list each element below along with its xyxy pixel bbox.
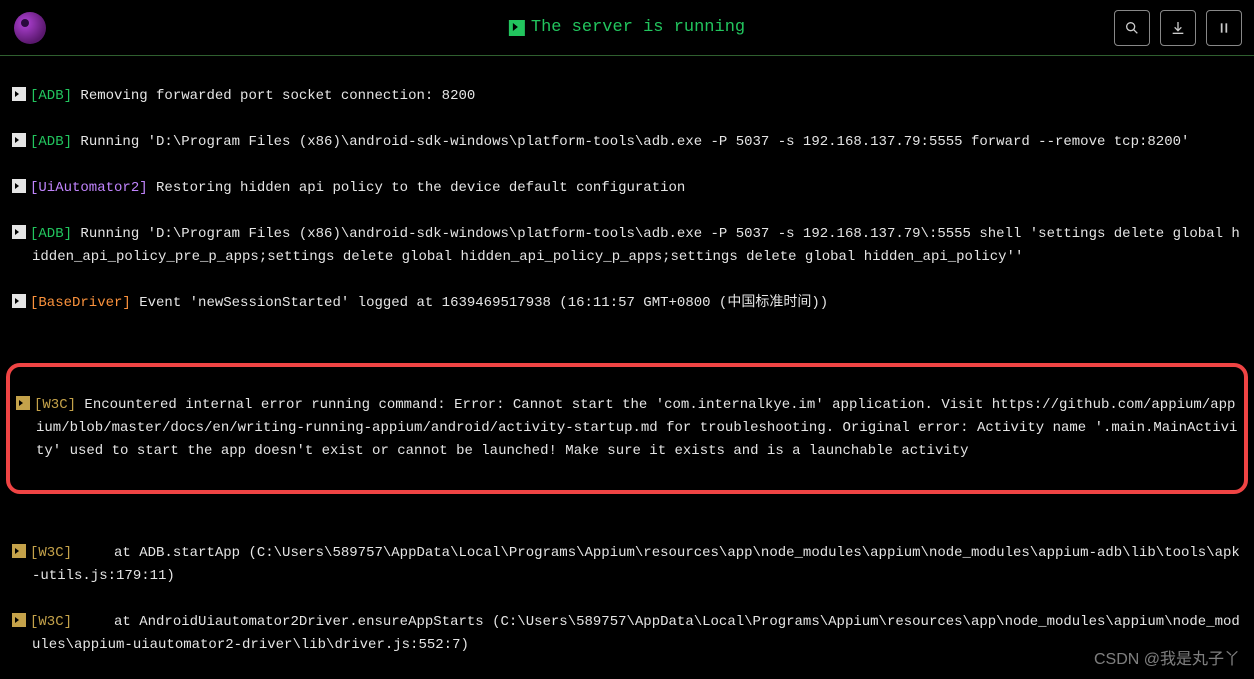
- prompt-icon: [12, 87, 26, 101]
- prompt-icon: [12, 133, 26, 147]
- log-tag: [ADB]: [30, 88, 72, 104]
- log-tag: [W3C]: [30, 614, 72, 630]
- log-tag: [BaseDriver]: [30, 295, 131, 311]
- log-text: Running 'D:\Program Files (x86)\android-…: [32, 226, 1240, 265]
- search-button[interactable]: [1114, 10, 1150, 46]
- download-icon: [1170, 20, 1186, 36]
- search-icon: [1124, 20, 1140, 36]
- log-text: Running 'D:\Program Files (x86)\android-…: [72, 134, 1189, 150]
- log-text: Removing forwarded port socket connectio…: [72, 88, 475, 104]
- log-line: [ADB] Removing forwarded port socket con…: [12, 85, 1242, 108]
- prompt-icon: [16, 396, 30, 410]
- header-toolbar: [1114, 10, 1242, 46]
- log-text: Restoring hidden api policy to the devic…: [148, 180, 686, 196]
- server-status-text: The server is running: [531, 16, 745, 39]
- pause-icon: [1217, 20, 1231, 36]
- log-tag: [ADB]: [30, 134, 72, 150]
- log-line: [BaseDriver] Event 'newSessionStarted' l…: [12, 292, 1242, 315]
- log-tag: [ADB]: [30, 226, 72, 242]
- play-icon: [509, 20, 525, 36]
- log-line: [W3C] at AndroidUiautomator2Driver.ensur…: [12, 611, 1242, 657]
- watermark-text: CSDN @我是丸子丫: [1094, 648, 1240, 671]
- log-line: [W3C] at ADB.startApp (C:\Users\589757\A…: [12, 542, 1242, 588]
- prompt-icon: [12, 294, 26, 308]
- prompt-icon: [12, 544, 26, 558]
- log-text: at AndroidUiautomator2Driver.ensureAppSt…: [32, 614, 1240, 653]
- log-text: at ADB.startApp (C:\Users\589757\AppData…: [32, 545, 1240, 584]
- log-line: [W3C] Encountered internal error running…: [16, 394, 1238, 463]
- log-tag: [W3C]: [30, 545, 72, 561]
- log-output[interactable]: [ADB] Removing forwarded port socket con…: [0, 56, 1254, 679]
- download-button[interactable]: [1160, 10, 1196, 46]
- log-line: [UiAutomator2] Restoring hidden api poli…: [12, 177, 1242, 200]
- log-text: Event 'newSessionStarted' logged at 1639…: [131, 295, 828, 311]
- appium-logo-icon: [14, 12, 46, 44]
- server-status: The server is running: [509, 16, 745, 39]
- prompt-icon: [12, 225, 26, 239]
- prompt-icon: [12, 613, 26, 627]
- app-header: The server is running: [0, 0, 1254, 56]
- log-tag: [W3C]: [34, 397, 76, 413]
- pause-button[interactable]: [1206, 10, 1242, 46]
- log-tag: [UiAutomator2]: [30, 180, 148, 196]
- error-highlight: [W3C] Encountered internal error running…: [6, 363, 1248, 494]
- prompt-icon: [12, 179, 26, 193]
- log-line: [ADB] Running 'D:\Program Files (x86)\an…: [12, 223, 1242, 269]
- log-line: [ADB] Running 'D:\Program Files (x86)\an…: [12, 131, 1242, 154]
- log-text: Encountered internal error running comma…: [36, 397, 1237, 459]
